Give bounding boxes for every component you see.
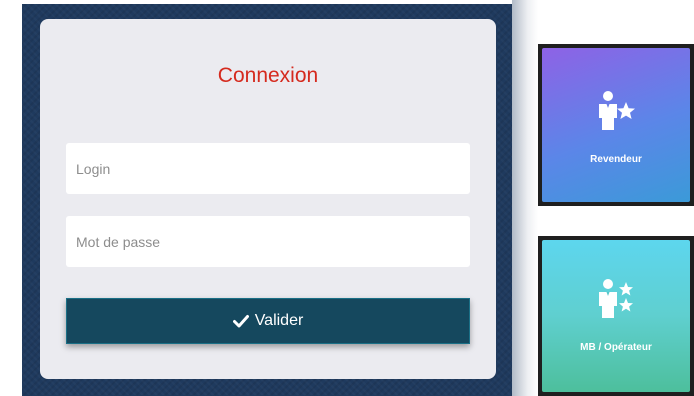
operator-tile[interactable]: MB / Opérateur — [542, 240, 690, 392]
panel-edge — [512, 0, 538, 396]
check-icon — [232, 314, 249, 328]
password-input[interactable] — [66, 216, 470, 267]
login-input[interactable] — [66, 143, 470, 194]
reseller-tile-frame: Revendeur — [538, 44, 694, 206]
reseller-user-star-icon — [594, 90, 638, 139]
operator-tile-label: MB / Opérateur — [580, 342, 652, 353]
reseller-tile[interactable]: Revendeur — [542, 48, 690, 202]
reseller-tile-label: Revendeur — [590, 154, 642, 165]
submit-button[interactable]: Valider — [66, 298, 470, 344]
submit-label: Valider — [254, 312, 304, 329]
login-title: Connexion — [217, 64, 319, 87]
operator-user-stars-icon — [594, 278, 638, 327]
operator-tile-frame: MB / Opérateur — [538, 236, 694, 396]
